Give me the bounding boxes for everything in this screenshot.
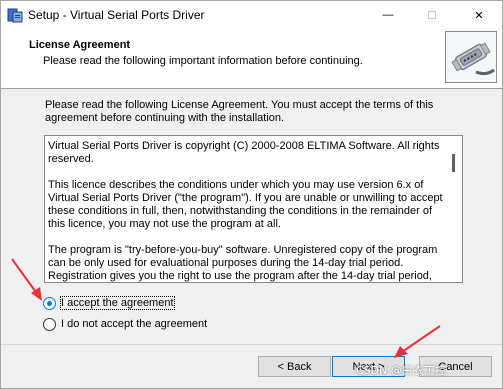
page-subtitle: Please read the following important info… (43, 55, 363, 67)
license-intro-text: Please read the following License Agreem… (45, 99, 434, 124)
title-bar: Setup - Virtual Serial Ports Driver — ☐ … (1, 1, 502, 29)
footer-divider (1, 344, 502, 345)
maximize-button[interactable]: ☐ (409, 1, 455, 29)
accept-label[interactable]: I accept the agreement (60, 296, 175, 310)
watermark: CSDN @白衣工控 (356, 364, 446, 377)
license-paragraph: Virtual Serial Ports Driver is copyright… (48, 140, 440, 165)
decline-agreement-option[interactable]: I do not accept the agreement (43, 316, 207, 332)
page-title: License Agreement (29, 39, 131, 51)
window-title: Setup - Virtual Serial Ports Driver (28, 8, 205, 22)
license-paragraph: The program is "try-before-you-buy" soft… (48, 244, 438, 282)
scrollbar-thumb[interactable] (452, 154, 455, 172)
minimize-button[interactable]: — (365, 1, 411, 29)
license-text: Virtual Serial Ports Driver is copyright… (48, 140, 443, 282)
wizard-header: License Agreement Please read the follow… (1, 29, 502, 89)
decline-radio[interactable] (43, 317, 56, 331)
setup-app-icon (7, 7, 23, 23)
license-scrollbar[interactable] (445, 136, 462, 282)
license-text-box[interactable]: Virtual Serial Ports Driver is copyright… (44, 135, 463, 283)
serial-connector-icon (445, 31, 497, 83)
accept-radio[interactable] (43, 296, 56, 310)
setup-window: Setup - Virtual Serial Ports Driver — ☐ … (0, 0, 503, 389)
accept-agreement-option[interactable]: I accept the agreement (43, 295, 175, 311)
license-paragraph: This licence describes the conditions un… (48, 179, 443, 230)
close-button[interactable]: ✕ (456, 1, 502, 29)
back-button[interactable]: < Back (258, 356, 331, 377)
decline-label[interactable]: I do not accept the agreement (61, 318, 207, 330)
